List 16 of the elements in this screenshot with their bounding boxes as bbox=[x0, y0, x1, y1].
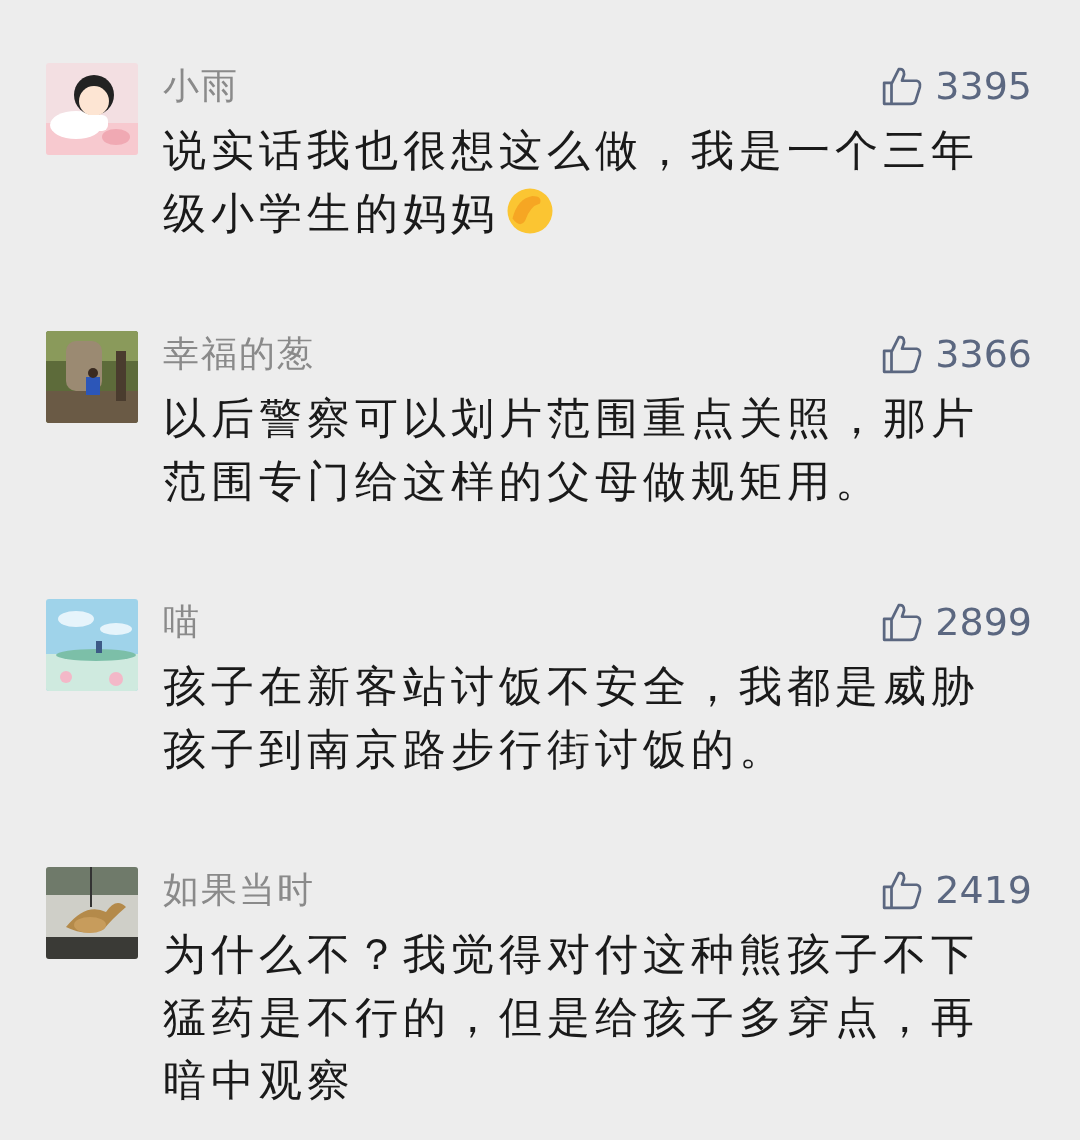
user-name: 幸福的葱 bbox=[163, 331, 315, 376]
user-name: 小雨 bbox=[163, 63, 239, 108]
user-name: 如果当时 bbox=[163, 867, 315, 912]
comment-text: 说实话我也很想这么做，我是一个三年级小学生的妈妈 bbox=[163, 124, 980, 240]
user-name: 喵 bbox=[163, 599, 201, 644]
thumbs-up-icon[interactable] bbox=[881, 601, 924, 643]
comment-text: 为什么不？我觉得对付这种熊孩子不下猛药是不行的，但是给孩子多穿点，再暗中观察 bbox=[163, 928, 980, 1107]
comment-text: 孩子在新客站讨饭不安全，我都是威胁孩子到南京路步行街讨饭的。 bbox=[163, 660, 980, 776]
comment-text: 以后警察可以划片范围重点关照，那片范围专门给这样的父母做规矩用。 bbox=[163, 392, 980, 508]
like-count: 3395 bbox=[935, 64, 1032, 108]
thumbs-up-icon[interactable] bbox=[881, 65, 924, 107]
like-count: 2419 bbox=[935, 868, 1032, 912]
thumbs-up-icon[interactable] bbox=[881, 869, 924, 911]
like-count: 2899 bbox=[935, 600, 1032, 644]
thumbs-up-icon[interactable] bbox=[881, 333, 924, 375]
like-count: 3366 bbox=[935, 332, 1032, 376]
